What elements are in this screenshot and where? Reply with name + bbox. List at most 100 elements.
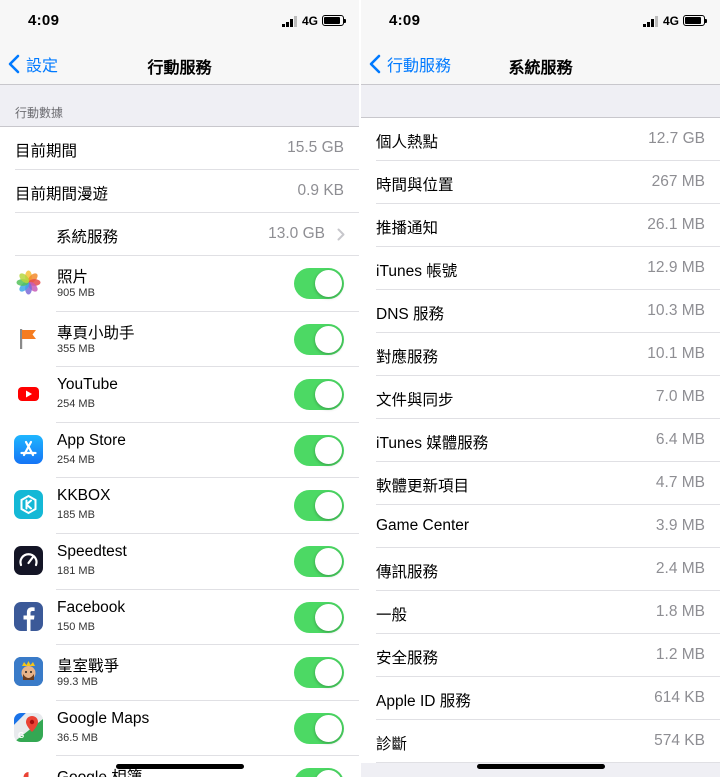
- service-usage: 12.9 MB: [647, 259, 705, 276]
- service-label: iTunes 媒體服務: [376, 435, 489, 452]
- photos-icon: [14, 268, 43, 297]
- service-label: 文件與同步: [376, 392, 454, 409]
- service-label: DNS 服務: [376, 306, 445, 323]
- app-size: 99.3 MB: [57, 676, 98, 689]
- app-store-icon: [14, 434, 43, 464]
- home-indicator: [116, 764, 244, 769]
- service-usage: 267 MB: [651, 173, 705, 190]
- service-row: 安全服務 1.2 MB: [361, 634, 720, 677]
- status-time: 4:09: [389, 12, 421, 29]
- service-row: 時間與位置 267 MB: [361, 161, 720, 204]
- service-label: 診斷: [376, 736, 408, 753]
- section-header: 行動數據: [0, 85, 359, 126]
- app-row-google-maps: G Google Maps 36.5 MB: [0, 700, 359, 757]
- service-row: iTunes 帳號 12.9 MB: [361, 247, 720, 290]
- google-photos-icon: [14, 768, 43, 777]
- speedtest-icon: [14, 545, 43, 575]
- google-maps-icon: G: [14, 712, 43, 742]
- toggle-speedtest[interactable]: [294, 545, 344, 577]
- service-row: 個人熱點 12.7 GB: [361, 118, 720, 161]
- service-row: Game Center 3.9 MB: [361, 505, 720, 548]
- app-row-speedtest: Speedtest 181 MB: [0, 533, 359, 590]
- toggle-clash-royale[interactable]: [294, 657, 344, 689]
- toggle-youtube[interactable]: [294, 379, 344, 411]
- service-row: iTunes 媒體服務 6.4 MB: [361, 419, 720, 462]
- app-size: 36.5 MB: [57, 731, 98, 744]
- page-title: 行動服務: [147, 60, 212, 77]
- app-name: KKBOX: [57, 487, 111, 505]
- app-name: Google Maps: [57, 709, 150, 727]
- status-time: 4:09: [28, 12, 60, 29]
- service-row: 推播通知 26.1 MB: [361, 204, 720, 247]
- toggle-facebook[interactable]: [294, 601, 344, 633]
- service-usage: 1.2 MB: [655, 646, 705, 663]
- service-label: Game Center: [376, 517, 470, 534]
- service-label: 對應服務: [376, 349, 439, 366]
- service-usage: 2.4 MB: [655, 560, 705, 577]
- service-usage: 574 KB: [654, 732, 705, 749]
- cellular-data-list: 目前期間 15.5 GB 目前期間漫遊 0.9 KB 系統服務 13.0 GB: [0, 126, 359, 777]
- service-usage: 1.8 MB: [655, 603, 705, 620]
- app-row-youtube: YouTube 254 MB: [0, 367, 359, 423]
- app-size: 254 MB: [57, 398, 95, 411]
- youtube-icon: [14, 379, 43, 409]
- network-type: 4G: [302, 14, 319, 28]
- app-size: 185 MB: [57, 509, 95, 522]
- row-label: 系統服務: [56, 229, 119, 246]
- page-title: 系統服務: [508, 60, 573, 77]
- app-size: 181 MB: [57, 564, 95, 577]
- section-header-label: 行動數據: [15, 106, 64, 120]
- service-row: 傳訊服務 2.4 MB: [361, 548, 720, 591]
- service-usage: 7.0 MB: [655, 388, 705, 405]
- service-row: 對應服務 10.1 MB: [361, 333, 720, 376]
- toggle-google-maps[interactable]: [294, 712, 344, 744]
- toggle-kkbox[interactable]: [294, 490, 344, 522]
- service-row: 軟體更新項目 4.7 MB: [361, 462, 720, 505]
- nav-bar: 設定 行動服務: [0, 44, 359, 85]
- service-usage: 10.1 MB: [647, 345, 705, 362]
- facebook-icon: [14, 601, 43, 631]
- service-usage: 12.7 GB: [648, 130, 705, 147]
- toggle-photos[interactable]: [294, 268, 344, 299]
- system-services-row[interactable]: 系統服務 13.0 GB: [0, 213, 359, 256]
- app-name: 專頁小助手: [57, 324, 135, 342]
- row-value: 15.5 GB: [287, 139, 344, 156]
- row-value: 0.9 KB: [297, 182, 344, 199]
- service-label: iTunes 帳號: [376, 263, 458, 280]
- battery-icon: [683, 15, 707, 26]
- app-size: 355 MB: [57, 342, 95, 355]
- service-usage: 614 KB: [654, 689, 705, 706]
- row-label: 目前期間漫遊: [15, 186, 109, 203]
- toggle-pages-manager[interactable]: [294, 323, 344, 355]
- service-label: 軟體更新項目: [376, 478, 470, 495]
- battery-icon: [322, 15, 346, 26]
- app-row-pages-manager: 專頁小助手 355 MB: [0, 311, 359, 368]
- service-row: DNS 服務 10.3 MB: [361, 290, 720, 333]
- toggle-app-store[interactable]: [294, 434, 344, 466]
- row-label: 目前期間: [15, 143, 78, 160]
- app-size: 254 MB: [57, 453, 95, 466]
- app-name: 照片: [57, 269, 89, 286]
- service-usage: 10.3 MB: [647, 302, 705, 319]
- service-label: Apple ID 服務: [376, 693, 471, 710]
- signal-icon: [643, 16, 658, 27]
- current-period-roaming-row: 目前期間漫遊 0.9 KB: [0, 170, 359, 213]
- kkbox-icon: [14, 490, 43, 520]
- status-bar: 4:09 4G: [361, 0, 720, 44]
- service-label: 時間與位置: [376, 177, 454, 194]
- svg-text:G: G: [18, 731, 24, 740]
- app-name: 皇室戰爭: [57, 658, 120, 676]
- service-usage: 6.4 MB: [655, 431, 705, 448]
- service-label: 推播通知: [376, 220, 439, 237]
- service-usage: 26.1 MB: [647, 216, 705, 233]
- service-usage: 4.7 MB: [655, 474, 705, 491]
- network-type: 4G: [663, 14, 680, 28]
- app-row-photos: 照片 905 MB: [0, 256, 359, 312]
- toggle-google-photos[interactable]: [294, 768, 344, 777]
- app-row-clash-royale: 皇室戰爭 99.3 MB: [0, 645, 359, 701]
- mobile-data-screen: 4:09 4G 設定 行動服務 行動數據 目前期間 15.5 GB 目前期間漫遊…: [0, 0, 359, 777]
- service-label: 傳訊服務: [376, 564, 439, 581]
- service-row: 一般 1.8 MB: [361, 591, 720, 634]
- service-label: 安全服務: [376, 650, 439, 667]
